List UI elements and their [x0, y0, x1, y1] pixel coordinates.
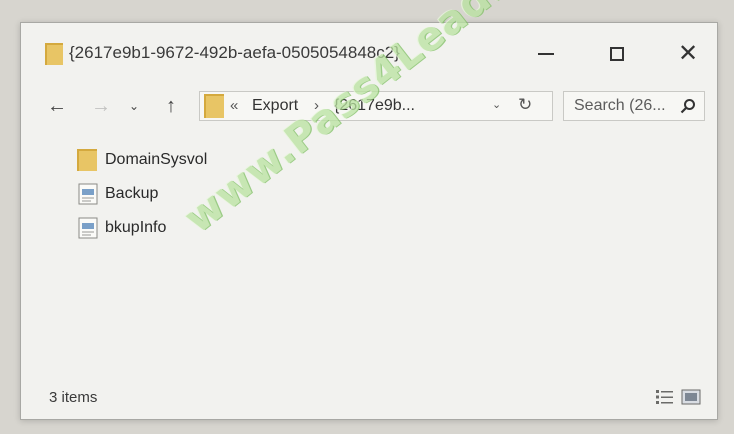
xml-document-icon — [77, 217, 99, 239]
breadcrumb-current-folder[interactable]: {2617e9b... — [334, 97, 415, 115]
file-list: DomainSysvol Backup bkupInfo — [21, 135, 717, 375]
search-box[interactable]: Search (26... — [563, 91, 705, 121]
folder-icon — [204, 94, 224, 123]
back-button[interactable]: ← — [43, 91, 71, 121]
title-bar: {2617e9b1-9672-492b-aefa-0505054848c2} ✕ — [21, 23, 717, 81]
recent-locations-button[interactable]: ⌄ — [125, 91, 143, 121]
up-arrow-icon: ↑ — [166, 94, 176, 117]
close-button[interactable]: ✕ — [659, 35, 717, 73]
back-arrow-icon: ← — [47, 94, 67, 117]
item-count: 3 items — [49, 389, 98, 406]
file-item-backup[interactable]: Backup — [77, 181, 277, 207]
xml-document-icon — [77, 183, 99, 205]
breadcrumb-export[interactable]: Export — [252, 97, 298, 115]
refresh-icon[interactable]: ↻ — [518, 95, 532, 115]
file-name: Backup — [105, 185, 159, 202]
details-view-icon[interactable] — [655, 389, 675, 410]
forward-arrow-icon: → — [91, 94, 111, 117]
window-title: {2617e9b1-9672-492b-aefa-0505054848c2} — [69, 43, 400, 62]
search-icon[interactable] — [680, 98, 696, 119]
minimize-icon — [538, 53, 554, 55]
file-item-domainsysvol[interactable]: DomainSysvol — [77, 147, 277, 173]
file-item-bkupinfo[interactable]: bkupInfo — [77, 215, 277, 241]
large-icons-view-icon[interactable] — [681, 389, 701, 410]
overflow-chevron-icon[interactable]: « — [230, 97, 238, 114]
address-dropdown-icon[interactable]: ⌄ — [492, 98, 501, 111]
folder-icon — [45, 43, 63, 70]
breadcrumb-separator-icon[interactable]: › — [314, 97, 319, 114]
maximize-icon — [610, 47, 624, 61]
close-icon: ✕ — [677, 40, 699, 67]
file-name: bkupInfo — [105, 219, 167, 236]
address-bar[interactable]: « Export › {2617e9b... ⌄ ↻ — [199, 91, 553, 121]
minimize-button[interactable] — [517, 35, 575, 73]
forward-button[interactable]: → — [87, 91, 115, 121]
status-bar: 3 items — [21, 381, 717, 415]
chevron-down-icon: ⌄ — [128, 99, 140, 113]
up-button[interactable]: ↑ — [157, 91, 185, 121]
search-placeholder: Search (26... — [574, 97, 666, 114]
folder-icon — [77, 149, 99, 171]
maximize-button[interactable] — [588, 35, 646, 73]
navigation-bar: ← → ⌄ ↑ « Export › {2617e9b... ⌄ ↻ Searc… — [21, 87, 717, 127]
file-explorer-window: {2617e9b1-9672-492b-aefa-0505054848c2} ✕… — [20, 22, 718, 420]
file-name: DomainSysvol — [105, 151, 208, 168]
